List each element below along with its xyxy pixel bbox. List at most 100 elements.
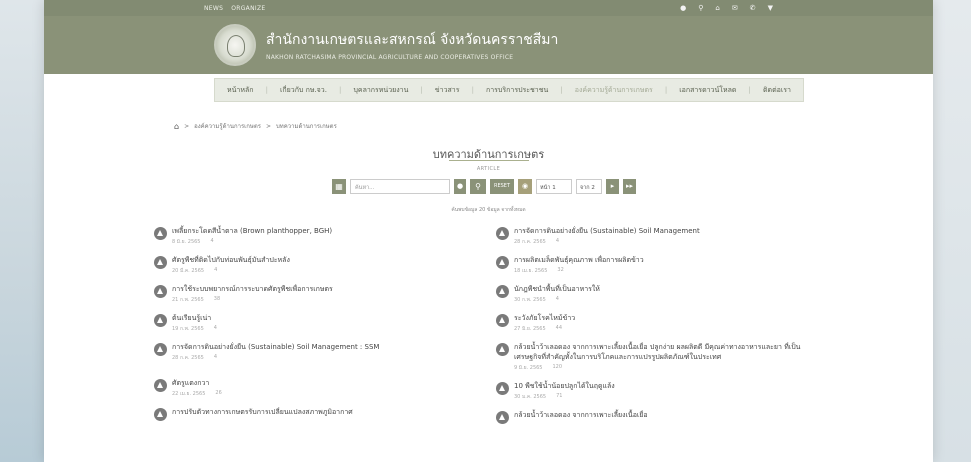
article-date: 28 ก.ค. 2565 (172, 355, 204, 361)
article-icon (496, 285, 509, 298)
top-link-organize[interactable]: ORGANIZE (231, 5, 265, 12)
article-title[interactable]: เพลี้ยกระโดดสีน้ำตาล (Brown planthopper,… (172, 226, 332, 236)
top-link-news[interactable]: NEWS (204, 5, 223, 12)
article-views: 4 (214, 267, 218, 273)
article-date: 9 มิ.ย. 2565 (514, 365, 543, 371)
nav-item-about[interactable]: เกี่ยวกับ กษ.จว. (280, 85, 327, 96)
article-title[interactable]: ต้นเรียนรู้เน่า (172, 313, 217, 323)
list-item[interactable]: ระวังภัยโรคไหม้ข้าว 27 มิ.ย. 2565 44 (496, 313, 826, 333)
last-page-button[interactable]: ▸▸ (623, 178, 636, 194)
breadcrumb-item-knowledge[interactable]: องค์ความรู้ด้านการเกษตร (194, 121, 261, 131)
article-date: 20 มี.ค. 2565 (172, 268, 205, 274)
nav-item-news[interactable]: ข่าวสาร (435, 85, 460, 96)
article-icon (496, 382, 509, 395)
article-title[interactable]: กล้วยน้ำว้าเลอดอง จากการเพาะเลี้ยงเนื้อเ… (514, 342, 826, 362)
list-item[interactable]: 10 พืชใช้น้ำน้อยปลูกได้ในฤดูแล้ง 30 ม.ค. … (496, 381, 826, 401)
article-views: 4 (213, 354, 218, 360)
rss-icon[interactable]: ◉ (518, 178, 532, 194)
nav-item-home[interactable]: หน้าหลัก (227, 85, 253, 96)
nav-separator: | (420, 86, 423, 94)
article-icon (496, 411, 509, 424)
article-date: 21 ก.พ. 2565 (172, 297, 204, 303)
article-title[interactable]: ศัตรูแตงกวา (172, 378, 222, 388)
nav-separator: | (265, 86, 268, 94)
article-views: 4 (555, 296, 559, 302)
phone-icon[interactable]: ✆ (750, 0, 756, 16)
next-page-button[interactable]: ▸ (606, 178, 619, 194)
article-views: 120 (552, 364, 563, 370)
reset-button[interactable]: RESET (490, 178, 514, 194)
list-item[interactable]: เพลี้ยกระโดดสีน้ำตาล (Brown planthopper,… (154, 226, 484, 246)
nav-item-staff[interactable]: บุคลากรหน่วยงาน (353, 85, 408, 96)
search-input[interactable]: ค้นหา... (350, 178, 450, 194)
article-icon (496, 227, 509, 240)
nav-item-services[interactable]: การบริการประชาชน (486, 85, 548, 96)
list-item[interactable]: การจัดการดินอย่างยั่งยืน (Sustainable) S… (496, 226, 826, 246)
article-date: 8 มิ.ย. 2565 (172, 239, 201, 245)
search-icon[interactable]: ⚲ (698, 0, 703, 16)
article-list-right: การจัดการดินอย่างยั่งยืน (Sustainable) S… (496, 226, 826, 433)
article-title[interactable]: 10 พืชใช้น้ำน้อยปลูกได้ในฤดูแล้ง (514, 381, 615, 391)
list-item[interactable]: การผลิตเมล็ดพันธุ์คุณภาพ เพื่อการผลิตข้า… (496, 255, 826, 275)
article-icon (154, 256, 167, 269)
article-icon (154, 227, 167, 240)
mail-icon[interactable]: ✉ (732, 0, 738, 16)
article-title[interactable]: ระวังภัยโรคไหม้ข้าว (514, 313, 575, 323)
nav-separator: | (339, 86, 342, 94)
article-date: 18 เม.ย. 2565 (514, 268, 548, 274)
article-date: 19 ก.พ. 2565 (172, 326, 204, 332)
article-views: 4 (210, 238, 214, 244)
result-count: ค้นพบข้อมูล 20 ข้อมูล จากทั้งหมด (451, 207, 526, 213)
article-views: 71 (556, 393, 563, 399)
nav-separator: | (560, 86, 563, 94)
list-item[interactable]: กล้วยน้ำว้าเลอดอง จากการเพาะเลี้ยงเนื้อเ… (496, 410, 826, 424)
article-title[interactable]: การจัดการดินอย่างยั่งยืน (Sustainable) S… (172, 342, 379, 352)
list-item[interactable]: ศัตรูพืชที่ติดไปกับท่อนพันธุ์มันสำปะหลัง… (154, 255, 484, 275)
list-item[interactable]: ศัตรูแตงกวา 22 เม.ย. 2565 26 (154, 378, 484, 398)
calendar-icon[interactable]: ▦ (332, 178, 346, 194)
article-title[interactable]: การจัดการดินอย่างยั่งยืน (Sustainable) S… (514, 226, 700, 236)
page-container: NEWS ORGANIZE ● ⚲ ⌂ ✉ ✆ ▼ สำนักงานเกษตรแ… (44, 0, 933, 462)
article-views: 26 (215, 390, 222, 396)
article-views: 38 (213, 296, 221, 302)
article-title[interactable]: การใช้ระบบพยากรณ์การระบาดศัตรูพืชเพื่อกา… (172, 284, 333, 294)
list-item[interactable]: ต้นเรียนรู้เน่า 19 ก.พ. 2565 4 (154, 313, 484, 333)
article-views: 44 (555, 325, 563, 331)
article-title[interactable]: การปรับตัวทางการเกษตรรับการเปลี่ยนแปลงสภ… (172, 407, 353, 417)
list-item[interactable]: การจัดการดินอย่างยั่งยืน (Sustainable) S… (154, 342, 484, 362)
article-date: 22 เม.ย. 2565 (172, 391, 206, 397)
site-logo[interactable] (214, 24, 256, 66)
breadcrumb: ⌂ > องค์ความรู้ด้านการเกษตร > บทความด้าน… (174, 121, 337, 131)
article-title[interactable]: กล้วยน้ำว้าเลอดอง จากการเพาะเลี้ยงเนื้อเ… (514, 410, 648, 420)
list-item[interactable]: นักฎพืชนำพื้นที่เป็นอาหารให้ 30 ก.พ. 2565… (496, 284, 826, 304)
home-icon[interactable]: ⌂ (715, 0, 719, 16)
article-title[interactable]: ศัตรูพืชที่ติดไปกับท่อนพันธุ์มันสำปะหลัง (172, 255, 290, 265)
list-item[interactable]: การปรับตัวทางการเกษตรรับการเปลี่ยนแปลงสภ… (154, 407, 484, 421)
nav-item-contact[interactable]: ติดต่อเรา (763, 85, 791, 96)
home-icon[interactable]: ⌂ (174, 122, 179, 131)
page-select[interactable]: หน้า 1 (536, 178, 572, 194)
article-date: 30 ก.พ. 2565 (514, 297, 546, 303)
search-toolbar: ▦ ค้นหา... ● ⚲ RESET ◉ หน้า 1 จาก 2 ▸ ▸▸ (332, 178, 636, 194)
search-button[interactable]: ⚲ (470, 178, 486, 194)
nav-separator: | (471, 86, 474, 94)
article-title[interactable]: นักฎพืชนำพื้นที่เป็นอาหารให้ (514, 284, 600, 294)
site-subtitle: NAKHON RATCHASIMA PROVINCIAL AGRICULTURE… (266, 54, 514, 61)
nav-separator: | (748, 86, 751, 94)
nav-item-downloads[interactable]: เอกสารดาวน์โหลด (679, 85, 736, 96)
article-icon (154, 314, 167, 327)
pin-icon[interactable]: ▼ (768, 0, 773, 16)
article-icon (154, 285, 167, 298)
site-title[interactable]: สำนักงานเกษตรและสหกรณ์ จังหวัดนครราชสีมา (266, 29, 558, 51)
list-item[interactable]: กล้วยน้ำว้าเลอดอง จากการเพาะเลี้ยงเนื้อเ… (496, 342, 826, 372)
article-icon (496, 256, 509, 269)
list-item[interactable]: การใช้ระบบพยากรณ์การระบาดศัตรูพืชเพื่อกา… (154, 284, 484, 304)
article-views: 4 (213, 325, 217, 331)
user-icon[interactable]: ● (680, 0, 686, 16)
microphone-icon[interactable]: ● (454, 178, 466, 194)
main-nav: หน้าหลัก | เกี่ยวกับ กษ.จว. | บุคลากรหน่… (214, 78, 804, 102)
article-icon (154, 343, 167, 356)
article-title[interactable]: การผลิตเมล็ดพันธุ์คุณภาพ เพื่อการผลิตข้า… (514, 255, 644, 265)
nav-item-knowledge[interactable]: องค์ความรู้ด้านการเกษตร (575, 85, 653, 96)
page-subtitle: ARTICLE (476, 166, 501, 172)
